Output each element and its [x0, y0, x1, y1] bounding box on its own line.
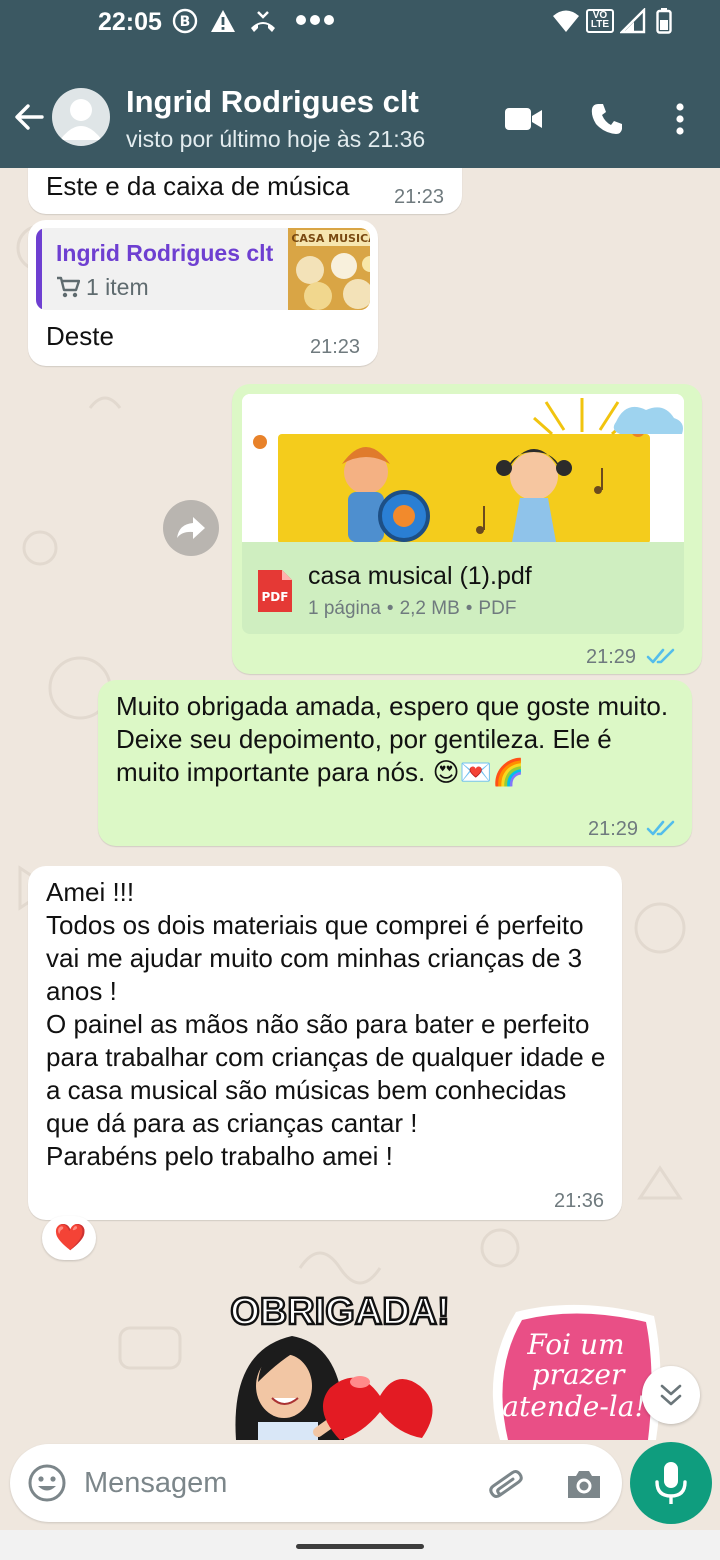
document-size: 2,2 MB: [399, 598, 460, 619]
volte-icon: VO LTE: [586, 9, 614, 33]
chat-area[interactable]: Este e da caixa de música 21:23 Ingrid R…: [0, 168, 720, 1440]
document-preview[interactable]: [242, 394, 684, 542]
message-text: Muito obrigada amada, espero que goste m…: [116, 691, 669, 787]
overflow-menu-icon[interactable]: [674, 102, 686, 136]
business-icon: B: [172, 8, 198, 34]
cell-signal-icon: [620, 8, 646, 34]
sticker-pleasure[interactable]: Foi um prazer atende-la!: [486, 1302, 664, 1440]
warning-icon: [211, 10, 235, 32]
gesture-handle[interactable]: [296, 1544, 424, 1549]
svg-text:B: B: [180, 14, 191, 30]
scroll-to-bottom-button[interactable]: [642, 1366, 700, 1424]
message-text: Amei !!! Todos os dois materiais que com…: [46, 877, 606, 1171]
message-text: Deste: [46, 321, 114, 351]
status-bar: 22:05 B VO LTE: [0, 0, 720, 44]
message-time: 21:23: [310, 336, 361, 358]
pdf-file-icon: PDF: [258, 570, 292, 612]
sticker-line-2: prazer: [532, 1358, 626, 1391]
forward-button[interactable]: [163, 500, 219, 556]
wifi-icon: [553, 10, 579, 32]
message-composer[interactable]: [10, 1444, 622, 1522]
quote-item-count: 1 item: [86, 274, 149, 300]
sticker-line-3: atende-la!: [502, 1390, 645, 1423]
app-header: 22:05 B VO LTE Ingrid Rodrigues clt vist…: [0, 0, 720, 168]
read-receipt-icon: [646, 820, 675, 836]
cart-icon: [57, 276, 80, 298]
quoted-product[interactable]: Ingrid Rodrigues clt 1 item CASA MUSICA: [36, 228, 370, 310]
default-avatar-icon: [60, 99, 102, 140]
message-time: 21:29: [588, 818, 639, 840]
message-bubble[interactable]: Muito obrigada amada, espero que goste m…: [98, 680, 692, 846]
quote-accent-bar: [36, 228, 42, 310]
message-input[interactable]: [84, 1464, 464, 1502]
message-bubble[interactable]: Ingrid Rodrigues clt 1 item CASA MUSICA …: [28, 220, 378, 366]
message-bubble[interactable]: Este e da caixa de música 21:23: [28, 168, 462, 214]
heart-reaction-icon: ❤️: [54, 1222, 87, 1252]
message-text: Este e da caixa de música: [46, 171, 350, 201]
message-bubble[interactable]: PDF casa musical (1).pdf 1 página • 2,2 MB…: [232, 384, 702, 674]
last-seen-status: visto por último hoje às 21:36: [126, 126, 426, 152]
message-reaction[interactable]: ❤️: [42, 1216, 96, 1260]
sticker-line-1: Foi um: [526, 1328, 624, 1361]
video-call-icon[interactable]: [504, 104, 544, 134]
microphone-icon: [655, 1462, 687, 1504]
thumbnail-title: CASA MUSICA: [291, 232, 370, 245]
pdf-icon-label: PDF: [262, 590, 289, 604]
status-time: 22:05: [98, 8, 162, 36]
missed-call-icon: [251, 11, 275, 32]
read-receipt-icon: [646, 648, 675, 664]
document-name: casa musical (1).pdf: [308, 562, 532, 590]
voice-record-button[interactable]: [630, 1442, 712, 1524]
contact-avatar[interactable]: [52, 88, 110, 146]
forward-icon: [177, 517, 205, 539]
voice-call-icon[interactable]: [590, 102, 624, 136]
emoji-icon[interactable]: [26, 1462, 68, 1504]
quote-author: Ingrid Rodrigues clt: [56, 240, 274, 266]
double-chevron-down-icon: [660, 1384, 682, 1406]
attach-icon[interactable]: [486, 1464, 526, 1504]
sticker-thank-you[interactable]: OBRIGADA!: [222, 1286, 462, 1440]
message-time: 21:23: [394, 186, 445, 208]
contact-name[interactable]: Ingrid Rodrigues clt: [126, 84, 419, 120]
system-navigation-bar: [0, 1530, 720, 1560]
sticker-caption: OBRIGADA!: [230, 1291, 450, 1333]
back-arrow-icon[interactable]: [12, 100, 46, 134]
document-info[interactable]: PDF casa musical (1).pdf 1 página • 2,2 MB…: [242, 542, 684, 634]
document-meta: 1 página • 2,2 MB • PDF: [308, 598, 517, 619]
message-bubble[interactable]: Amei !!! Todos os dois materiais que com…: [28, 866, 622, 1220]
more-notifications-icon: [296, 15, 334, 25]
camera-icon[interactable]: [564, 1464, 604, 1504]
document-type: PDF: [478, 598, 517, 619]
battery-icon: [656, 8, 672, 34]
message-time: 21:36: [554, 1190, 605, 1212]
product-thumbnail: CASA MUSICA: [288, 228, 370, 310]
message-time: 21:29: [586, 646, 637, 668]
document-pages: 1 página: [308, 598, 381, 619]
